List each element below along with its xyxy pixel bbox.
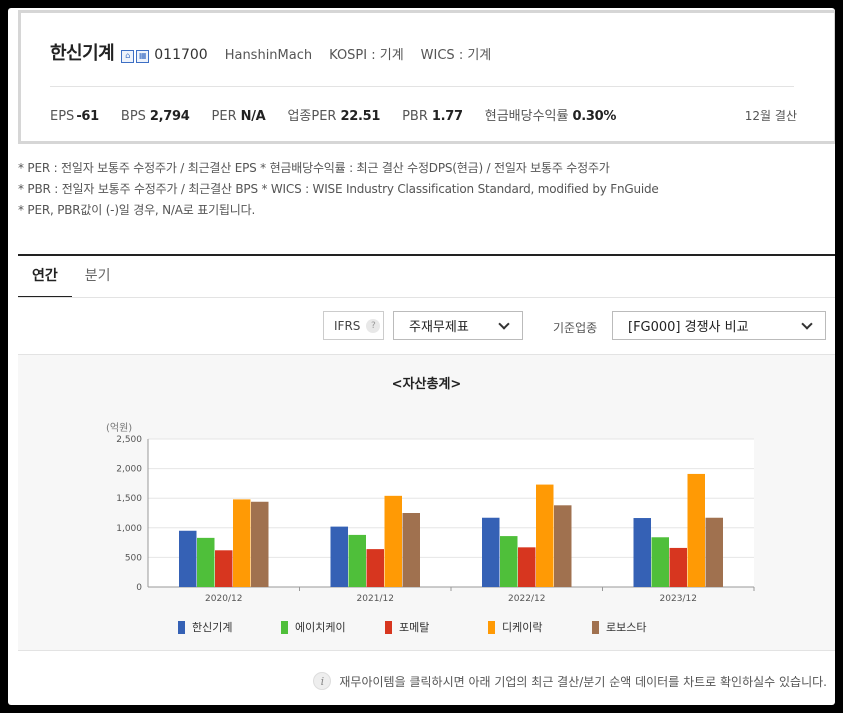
home-icon[interactable]: ⌂ (121, 49, 135, 63)
company-name: 한신기계 (50, 43, 115, 64)
help-icon[interactable]: ? (366, 318, 381, 333)
asset-total-bar-chart: (억원) 0 500 1,000 1,500 2,000 2,500 2020/12 2021/… (106, 422, 755, 634)
bar-5-3 (554, 505, 572, 587)
bar-1-3 (482, 517, 500, 587)
footer-hint: i 재무아이템을 클릭하시면 아래 기업의 최근 결산/분기 순액 데이터를 차… (313, 672, 827, 690)
bar-1-4 (633, 518, 651, 587)
bar-3-1 (215, 550, 233, 587)
comparison-select-value: [FG000] 경쟁사 비교 (628, 320, 749, 335)
bar-5-4 (705, 517, 723, 587)
bar-2-2 (348, 534, 366, 587)
company-summary-box: 한신기계 ⌂ ▦ 011700 HanshinMach KOSPI : 기계 W… (18, 10, 835, 144)
y-tick-label: 2,000 (116, 465, 142, 475)
tab-annual[interactable]: 연간 (18, 264, 72, 298)
company-header-row: 한신기계 ⌂ ▦ 011700 HanshinMach KOSPI : 기계 W… (50, 39, 794, 87)
y-tick-label: 500 (125, 553, 142, 563)
metric-label: PER (211, 109, 237, 124)
settlement-month: 12월 결산 (744, 109, 797, 123)
chart-controls: IFRS ? 주재무제표 기준업종 [FG000] 경쟁사 비교 (8, 311, 835, 341)
metric-value: 22.51 (340, 109, 381, 124)
metric-label: BPS (120, 109, 146, 124)
legend-label: 한신기계 (192, 621, 232, 634)
comparison-select[interactable]: [FG000] 경쟁사 비교 (612, 311, 826, 340)
chart-panel: <자산총계> (억원) 0 500 1,000 1,500 2,000 2,500 2020/… (18, 354, 835, 651)
bar-4-3 (536, 484, 554, 587)
metric-value: 2,794 (149, 109, 190, 124)
building-icon[interactable]: ▦ (136, 49, 150, 63)
ifrs-label: IFRS (334, 318, 361, 333)
tabs-top-rule (18, 254, 835, 256)
x-tick-label: 2020/12 (205, 594, 242, 604)
page-frame: 한신기계 ⌂ ▦ 011700 HanshinMach KOSPI : 기계 W… (8, 8, 835, 705)
metric-label: PBR (402, 109, 428, 124)
metric-value: 1.77 (431, 109, 463, 124)
bar-4-4 (687, 473, 705, 587)
legend-label: 로보스타 (606, 621, 646, 634)
footer-hint-text: 재무아이템을 클릭하시면 아래 기업의 최근 결산/분기 순액 데이터를 차트로… (339, 674, 827, 689)
legend-label: 포메탈 (399, 621, 429, 634)
y-tick-label: 1,000 (116, 524, 142, 534)
market-classification: KOSPI : 기계 (329, 48, 404, 63)
basis-label: 기준업종 (553, 321, 598, 335)
statement-select-value: 주재무제표 (409, 320, 469, 335)
stock-code: 011700 (154, 47, 208, 63)
metric-value: N/A (240, 109, 266, 124)
note-line: * PER : 전일자 보통주 수정주가 / 최근결산 EPS * 현금배당수익… (18, 161, 610, 175)
legend-swatch (385, 621, 392, 634)
chevron-down-icon (498, 318, 510, 330)
metrics-row: EPS -61 BPS 2,794 PER N/A 업종PER 22.51 PBR 1.7… (50, 105, 797, 124)
legend-swatch (178, 621, 185, 634)
metric-dividend-yield: 현금배당수익률 0.30% (484, 105, 617, 124)
bar-4-2 (384, 495, 402, 587)
bar-2-3 (500, 536, 518, 587)
wics-classification: WICS : 기계 (420, 48, 492, 63)
x-tick-label: 2022/12 (508, 594, 545, 604)
legend-label: 에이치케이 (295, 621, 346, 634)
metric-industry-per: 업종PER 22.51 (287, 105, 380, 124)
chevron-down-icon (801, 318, 813, 330)
metric-label: 현금배당수익률 (484, 109, 569, 124)
metric-label: 업종PER (287, 109, 337, 124)
bar-4-1 (233, 499, 251, 587)
bar-3-2 (366, 549, 384, 587)
note-line: * PBR : 전일자 보통주 수정주가 / 최근결산 BPS * WICS :… (18, 182, 659, 196)
bar-5-1 (251, 501, 269, 587)
english-name: HanshinMach (224, 48, 313, 63)
bar-3-3 (518, 547, 536, 587)
legend-swatch (281, 621, 288, 634)
bar-1-1 (179, 530, 197, 587)
statement-select[interactable]: 주재무제표 (393, 311, 523, 340)
metric-pbr: PBR 1.77 (402, 109, 463, 124)
ifrs-label-box: IFRS ? (323, 311, 384, 340)
legend-swatch (488, 621, 495, 634)
x-tick-label: 2023/12 (660, 594, 697, 604)
info-icon: i (313, 672, 332, 690)
bar-3-4 (669, 547, 687, 587)
bar-1-2 (330, 526, 348, 587)
metric-bps: BPS 2,794 (121, 109, 190, 124)
metric-per: PER N/A (212, 109, 266, 124)
y-unit-label: (억원) (106, 422, 132, 434)
note-line: * PER, PBR값이 (-)일 경우, N/A로 표기됩니다. (18, 203, 256, 217)
metric-eps: EPS -61 (50, 109, 99, 124)
metric-value: 0.30% (572, 109, 617, 124)
x-tick-label: 2021/12 (357, 594, 394, 604)
definitions-notes: * PER : 전일자 보통주 수정주가 / 최근결산 EPS * 현금배당수익… (18, 158, 659, 221)
y-tick-label: 0 (136, 583, 142, 593)
y-tick-label: 2,500 (116, 435, 142, 445)
metric-label: EPS (50, 109, 75, 124)
legend-swatch (592, 621, 599, 634)
y-tick-label: 1,500 (116, 494, 142, 504)
legend-label: 디케이락 (502, 621, 542, 634)
bar-2-4 (651, 537, 669, 587)
tabs-divider (18, 297, 835, 298)
period-tabs: 연간 분기 (18, 264, 124, 298)
bar-5-2 (402, 513, 420, 587)
bar-2-1 (197, 537, 215, 587)
metric-value: -61 (76, 109, 99, 124)
company-link-icons: ⌂ ▦ (121, 49, 150, 63)
tab-quarterly[interactable]: 분기 (72, 264, 124, 298)
